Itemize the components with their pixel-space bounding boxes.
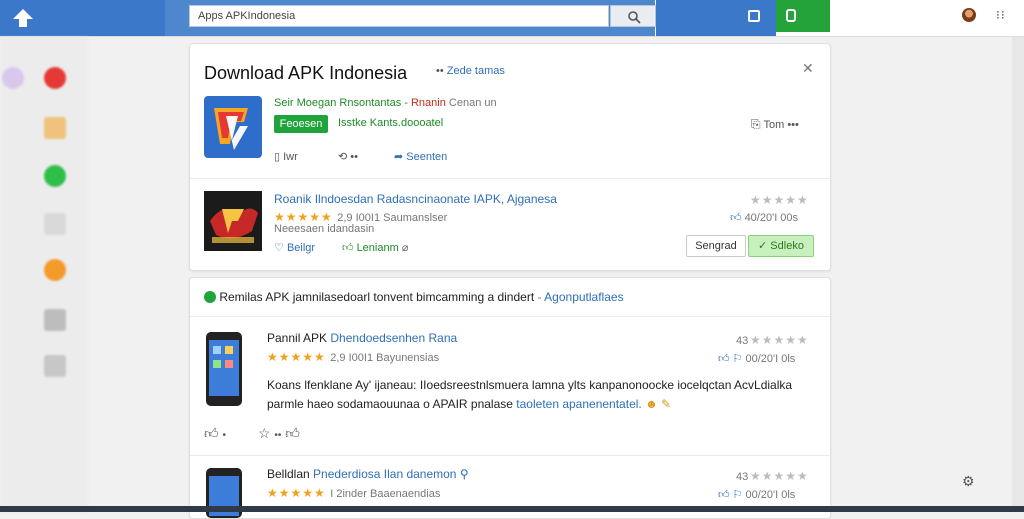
feed-header-link[interactable]: Agonputlaflaes <box>544 290 623 304</box>
brand-block <box>0 0 165 36</box>
vote-action[interactable]: 👍︎ Lenianm ⌀ <box>342 241 408 254</box>
post-count: 43 <box>736 471 749 483</box>
rail-icon-3[interactable] <box>44 117 66 139</box>
feed-card: Remilas APK jamnilasedoarl tonvent bimca… <box>189 277 831 519</box>
rail-icon-6[interactable] <box>44 259 66 281</box>
vote-count: 👍︎ 40/20'I 00s <box>730 212 799 224</box>
post-vote-count: 👍︎ ⚐ 00/20'I 0ls <box>718 489 796 501</box>
store-logo-icon[interactable] <box>12 8 34 28</box>
avatar[interactable] <box>962 8 976 22</box>
thumbs-outline-icon[interactable]: 👍︎ <box>285 425 300 441</box>
rating-stars-icon: ★★★★★ <box>274 210 333 224</box>
emoji-icon: ☻ ✎ <box>645 397 672 411</box>
settings-icon[interactable]: ⚙ <box>962 473 975 490</box>
thumbs-up-icon[interactable]: 👍︎ <box>204 425 219 441</box>
game-thumbnail-icon <box>204 191 262 251</box>
search-input[interactable]: Apps APKIndonesia <box>189 5 609 27</box>
secondary-button[interactable]: Sengrad <box>686 235 746 257</box>
install-button[interactable]: Feoesen <box>274 115 328 133</box>
post-title: Belldlan Pnederdiosa Ilan danemon ⚲ <box>267 467 469 481</box>
thumbs-up-icon: 👍︎ <box>342 242 354 254</box>
post-count: 43 <box>736 335 749 347</box>
post-actions: 👍︎ • ☆ •• 👍︎ <box>204 425 300 441</box>
post-body-link[interactable]: taoleten apanenentatel. <box>516 397 641 411</box>
post-rating: ★★★★★ I 2inder Baaenaendias <box>267 486 441 500</box>
vote-icon: 👍︎ ⚐ <box>718 353 743 365</box>
feed-divider <box>190 316 830 317</box>
app-title-link[interactable]: Roanik Ilndoesdan Radasncinaonate IAPK, … <box>274 192 557 206</box>
search-icon <box>628 11 641 24</box>
vote-icon: 👍︎ ⚐ <box>718 489 743 501</box>
toolbar-blue-section <box>656 0 776 36</box>
rail-icon-1[interactable] <box>2 67 24 89</box>
refresh-action[interactable]: ⟲ •• <box>338 150 358 163</box>
bookmark-action[interactable]: ▯ Iwr <box>274 150 298 163</box>
gray-rating-stars-icon: ★★★★★ <box>750 469 809 483</box>
share-action[interactable]: ⎘ Tom ••• <box>751 117 799 132</box>
rail-icon-5[interactable] <box>44 213 66 235</box>
rating-stars-icon: ★★★★★ <box>267 350 326 364</box>
post-title-link[interactable]: Pnederdiosa Ilan danemon <box>313 467 456 481</box>
app-subtitle: Neeesaen idandasin <box>274 223 375 235</box>
taskbar <box>0 506 1024 512</box>
feed-divider-2 <box>190 455 830 456</box>
bookmark-icon: ▯ <box>274 151 281 163</box>
toolbar-green-button[interactable] <box>776 0 830 32</box>
app-tagline: Isstke Kants.doooatel <box>338 117 444 129</box>
rating-stars-icon: ★★★★★ <box>267 486 326 500</box>
menu-icon[interactable]: ⁝⁝ <box>996 8 1006 22</box>
rail-icon-4[interactable] <box>44 165 66 187</box>
left-rail <box>0 37 88 512</box>
rail-icon-2[interactable] <box>44 67 66 89</box>
post-body-line-1: Koans lfenklane Ay' ijaneau: IIoedsreest… <box>267 378 793 392</box>
divider <box>190 178 830 179</box>
gray-rating-stars-icon: ★★★★★ <box>750 333 809 347</box>
drop-icon <box>204 291 216 303</box>
post-title-link[interactable]: Dhendoedsenhen Rana <box>330 331 457 345</box>
top-bar: Apps APKIndonesia ⁝⁝ <box>0 0 1024 37</box>
main-app-card: Download APK Indonesia •• Zede tamas ✕ S… <box>189 43 831 271</box>
like-action[interactable]: ♡ Beilgr <box>274 241 315 254</box>
share-icon: ⎘ <box>751 117 761 131</box>
share-arrow-icon: ➦ <box>394 151 404 163</box>
star-outline-icon[interactable]: ☆ <box>258 425 271 441</box>
search-button[interactable] <box>610 5 656 27</box>
device-icon <box>786 9 796 22</box>
post-body-line-2: parmle haeo sodamaouunaa o APAIR pnalase… <box>267 397 672 411</box>
phone-thumbnail-icon <box>206 332 242 406</box>
app-description: Seir Moegan Rnsontantas - Rnanin Cenan u… <box>274 97 497 109</box>
refresh-icon: ⟲ <box>338 151 348 163</box>
gray-rating-stars-icon: ★★★★★ <box>750 193 809 207</box>
title-suffix-link[interactable]: •• Zede tamas <box>436 65 505 77</box>
vote-icon: 👍︎ <box>730 212 742 224</box>
page-title: Download APK Indonesia <box>204 63 408 83</box>
confirm-button[interactable]: ✓ Sdleko <box>748 235 814 257</box>
close-icon[interactable]: ✕ <box>802 60 814 77</box>
share-link[interactable]: ➦ Seenten <box>394 150 447 163</box>
post-vote-count: 👍︎ ⚐ 00/20'I 0ls <box>718 353 796 365</box>
post-title: Pannil APK Dhendoedsenhen Rana <box>267 331 458 345</box>
heart-icon: ♡ <box>274 242 284 254</box>
rail-icon-7[interactable] <box>44 309 66 331</box>
edit-icon[interactable] <box>748 10 760 22</box>
post-rating: ★★★★★ 2,9 I00I1 Bayunensias <box>267 350 440 364</box>
rail-icon-8[interactable] <box>44 355 66 377</box>
app-logo-icon <box>204 96 262 158</box>
feed-header: Remilas APK jamnilasedoarl tonvent bimca… <box>204 290 624 304</box>
scrollbar[interactable] <box>1012 37 1024 506</box>
